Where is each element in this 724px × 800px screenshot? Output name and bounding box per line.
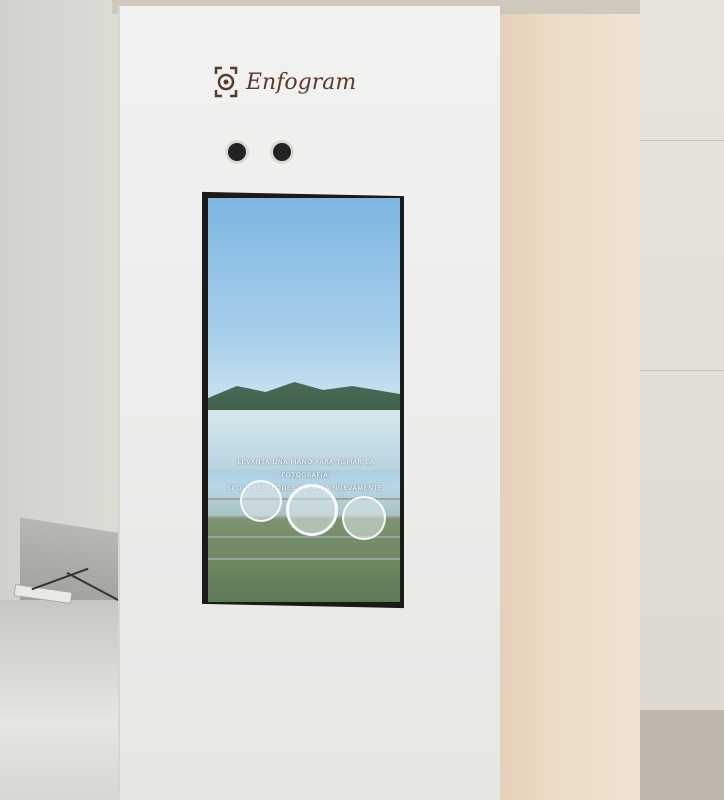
camera-sensor-icon — [228, 143, 246, 161]
brand-name: Enfogram — [246, 69, 357, 95]
screen-railing — [208, 558, 400, 560]
kiosk-screen[interactable]: LEVANTÁ UNA MANO PARA TOMAR LA FOTOGRAFÍ… — [208, 198, 400, 602]
camera-sensor-icon — [273, 143, 291, 161]
photo-thumbnail[interactable] — [342, 496, 386, 540]
wall-joint — [640, 140, 724, 141]
kiosk-side-panel — [495, 0, 640, 800]
instruction-line-1: LEVANTÁ UNA MANO PARA TOMAR LA FOTOGRAFÍ… — [237, 458, 375, 479]
wall-joint — [640, 370, 724, 371]
photo-thumbnail-selected[interactable] — [286, 484, 338, 536]
brand-logo: Enfogram — [212, 64, 356, 100]
photo-thumbnail[interactable] — [240, 480, 282, 522]
screen-hills — [208, 382, 400, 414]
enfogram-logo-icon — [212, 64, 240, 100]
